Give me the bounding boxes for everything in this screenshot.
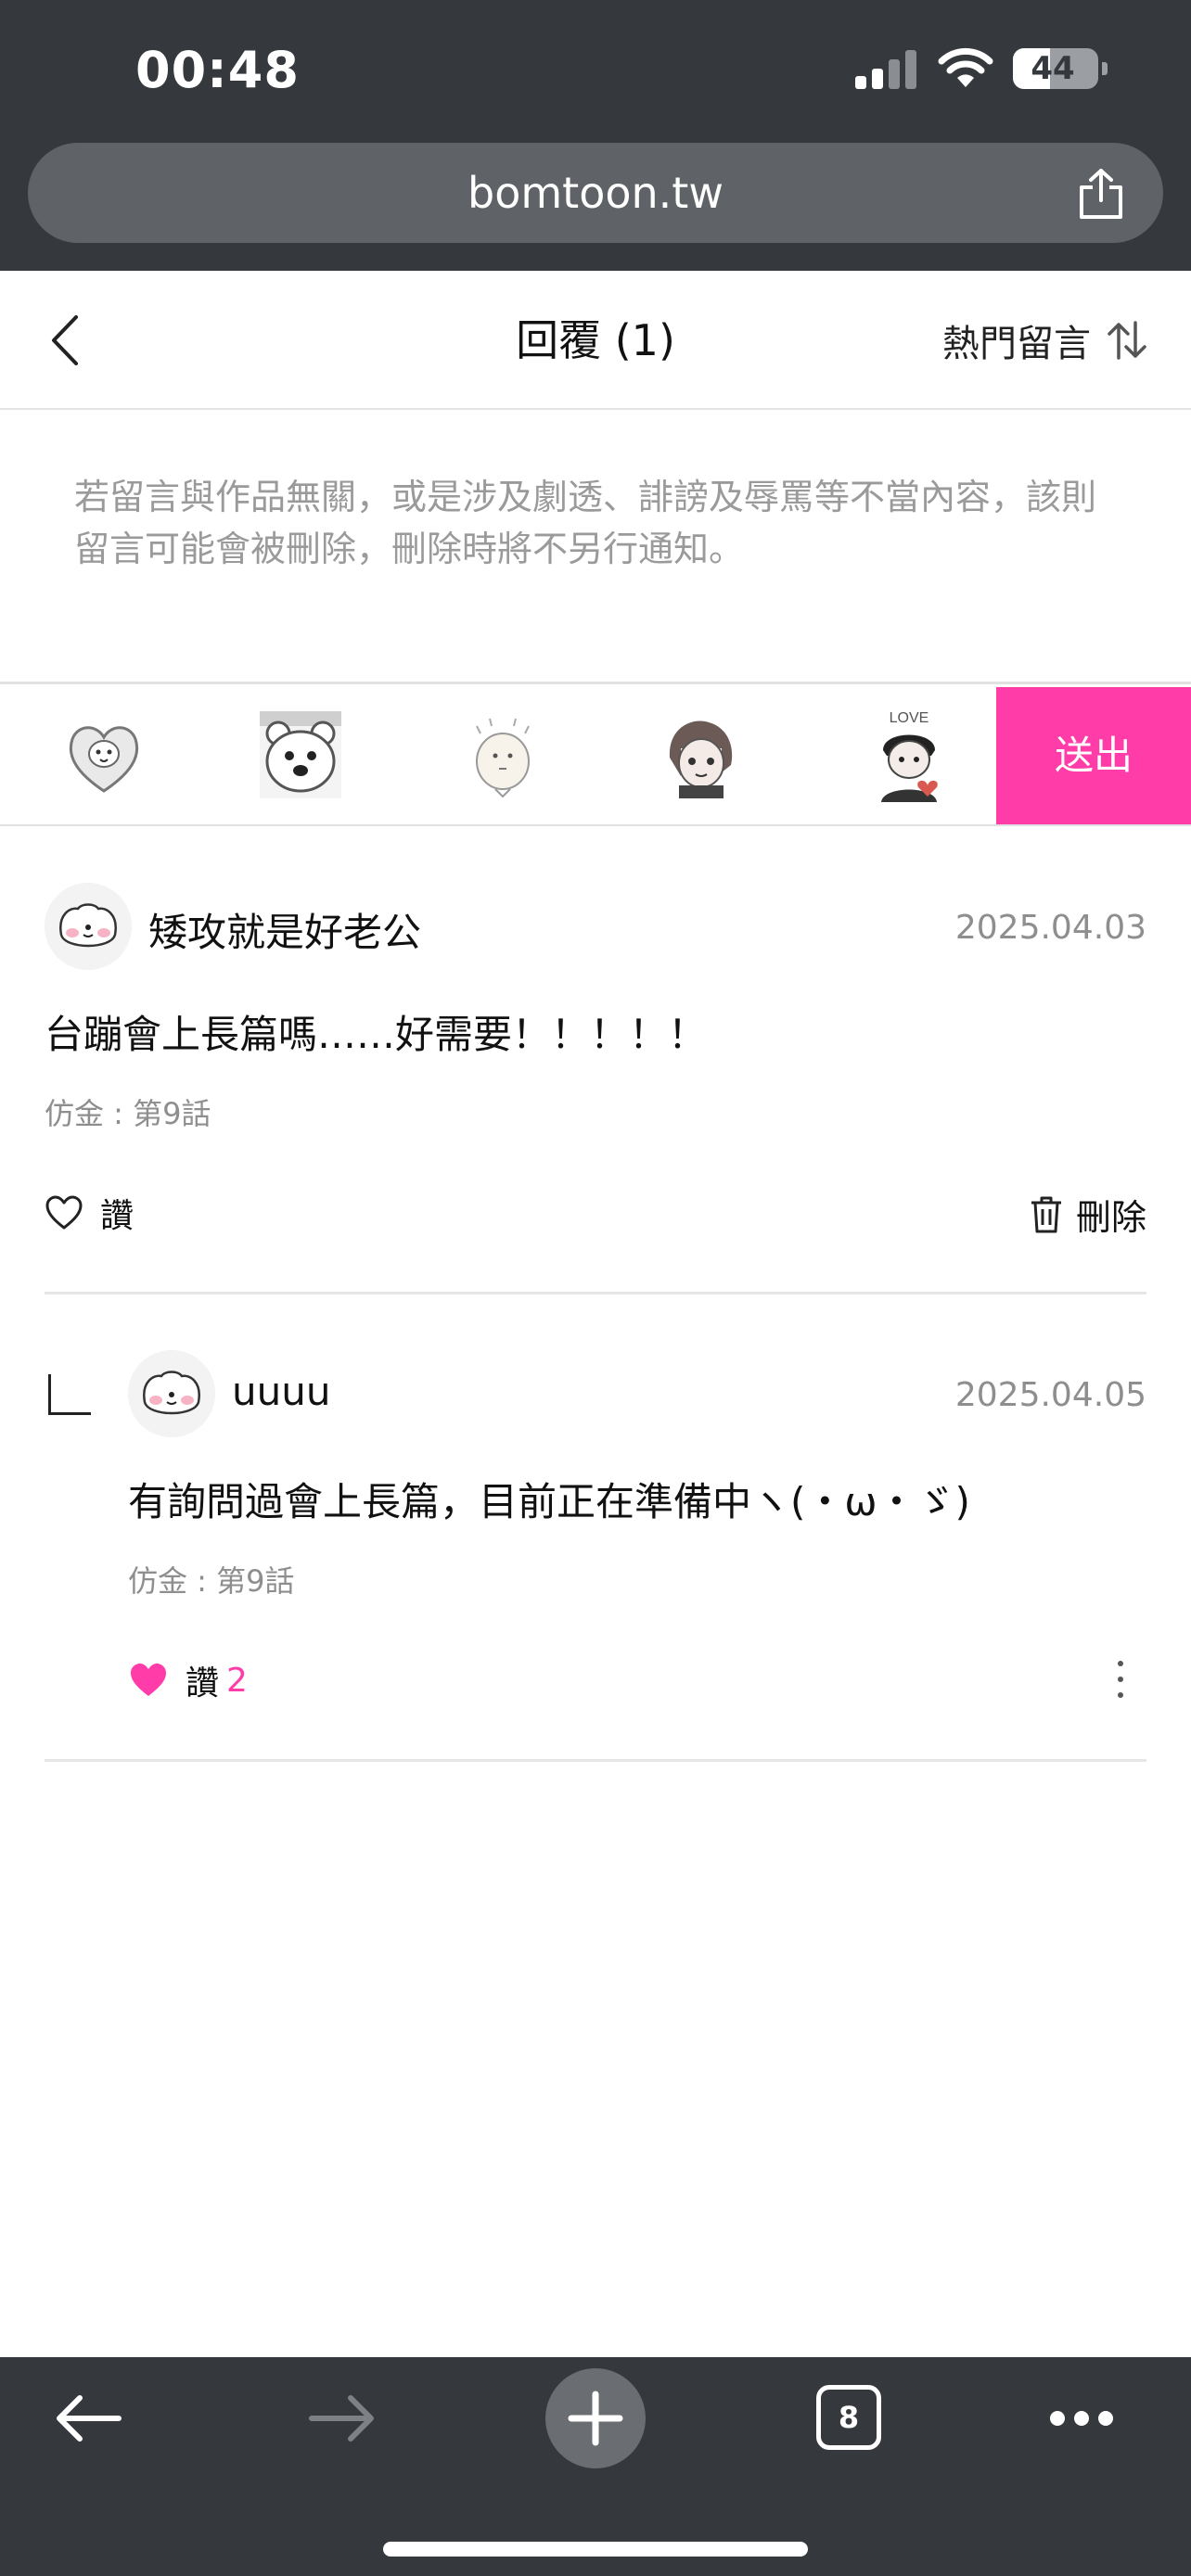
forward-arrow-icon[interactable] [308, 2392, 377, 2444]
address-bar[interactable]: bomtoon.tw [28, 143, 1163, 243]
delete-button[interactable]: 刪除 [1028, 1189, 1146, 1240]
page-header: 回覆 (1) 熱門留言 [0, 271, 1191, 410]
heart-bunny-sticker[interactable] [59, 711, 148, 800]
reply-episode: 仿金 : 第9話 [128, 1563, 295, 1599]
like-button[interactable]: 讚 [45, 1189, 134, 1237]
comment-author: 矮攻就是好老公 [148, 910, 422, 955]
cellular-signal-icon [855, 48, 920, 89]
avatar[interactable] [128, 1350, 215, 1437]
avatar[interactable] [45, 883, 132, 970]
heart-outline-icon [45, 1195, 83, 1230]
reply-indicator-icon [48, 1374, 91, 1415]
reply-date: 2025.04.05 [954, 1376, 1146, 1414]
home-indicator [383, 2542, 808, 2557]
browser-chrome: 00:48 44 bomtoon.tw [0, 0, 1191, 271]
reply-text: 有詢問過會上長篇，目前正在準備中ヽ(・ω・ゞ) [128, 1479, 970, 1524]
new-tab-button[interactable] [545, 2368, 646, 2468]
battery-level: 44 [1031, 50, 1075, 87]
comment-date: 2025.04.03 [954, 909, 1146, 947]
sort-button[interactable]: 熱門留言 [942, 312, 1148, 369]
divider [45, 1292, 1146, 1294]
tabs-button[interactable]: 8 [816, 2385, 881, 2450]
plus-icon [568, 2391, 623, 2446]
send-button[interactable]: 送出 [996, 687, 1191, 824]
comment-episode: 仿金 : 第9話 [45, 1096, 211, 1131]
comment-text: 台蹦會上長篇嗎……好需要！！！！！ [45, 1012, 708, 1057]
share-icon[interactable] [1076, 167, 1126, 221]
divider [45, 1759, 1146, 1762]
like-count: 2 [226, 1661, 248, 1700]
sticker-bar: LOVE 送出 [0, 687, 1191, 826]
bear-sticker[interactable] [254, 706, 347, 804]
svg-text:LOVE: LOVE [890, 710, 929, 726]
heart-filled-icon [131, 1664, 166, 1696]
battery-icon: 44 [1013, 48, 1108, 89]
like-label: 讚 [186, 1664, 220, 1702]
more-vertical-icon[interactable] [1115, 1658, 1126, 1701]
status-time: 00:48 [135, 41, 300, 99]
comment-item: 矮攻就是好老公 2025.04.03 台蹦會上長篇嗎……好需要！！！！！ 仿金 … [45, 883, 1146, 1272]
delete-label: 刪除 [1075, 1197, 1146, 1238]
comment-input-area[interactable]: 若留言與作品無關，或是涉及劇透、誹謗及辱罵等不當內容，該則留言可能會被刪除，刪除… [0, 410, 1191, 684]
browser-toolbar: 8 [0, 2357, 1191, 2576]
back-arrow-icon[interactable] [54, 2392, 122, 2444]
sort-label: 熱門留言 [942, 323, 1091, 365]
trash-icon [1031, 1196, 1061, 1232]
url-text: bomtoon.tw [467, 168, 724, 218]
sweat-character-sticker[interactable] [458, 711, 547, 800]
wifi-icon [938, 47, 993, 87]
like-label: 讚 [100, 1197, 134, 1235]
girl-face-sticker[interactable] [657, 711, 746, 800]
comment-placeholder: 若留言與作品無關，或是涉及劇透、誹謗及辱罵等不當內容，該則留言可能會被刪除，刪除… [74, 477, 1097, 569]
like-button[interactable]: 讚 2 [128, 1656, 248, 1704]
reply-author: uuuu [232, 1369, 331, 1414]
more-horizontal-icon[interactable] [1048, 2409, 1115, 2428]
sort-arrows-icon [1108, 321, 1146, 360]
reply-item: uuuu 2025.04.05 有詢問過會上長篇，目前正在準備中ヽ(・ω・ゞ) … [128, 1350, 1146, 1740]
love-boy-sticker[interactable]: LOVE [863, 708, 955, 804]
